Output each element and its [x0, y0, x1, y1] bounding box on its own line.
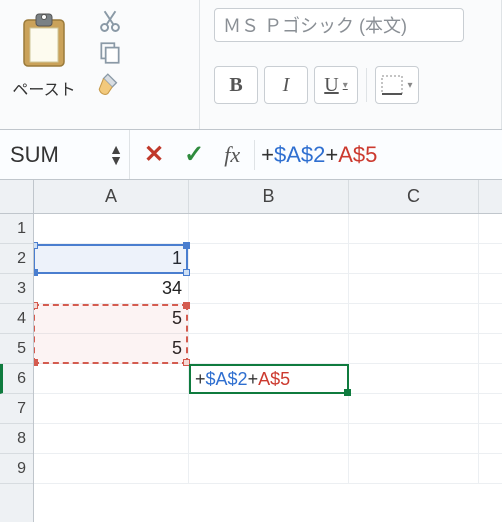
cut-button[interactable]	[96, 8, 124, 34]
fill-handle[interactable]	[344, 389, 351, 396]
col-headers: A B C	[34, 180, 502, 214]
font-name-value: ＭＳ Ｐゴシック (本文)	[223, 12, 407, 38]
copy-button[interactable]	[96, 40, 124, 66]
borders-button[interactable]: ▾	[375, 66, 419, 104]
cell-b1[interactable]	[189, 214, 349, 243]
col-header-a[interactable]: A	[34, 180, 189, 213]
cell-a9[interactable]	[34, 454, 189, 483]
cell-c5[interactable]	[349, 334, 479, 363]
cell-c4[interactable]	[349, 304, 479, 333]
chevron-down-icon: ▾	[343, 80, 348, 91]
paintbrush-icon	[97, 72, 123, 100]
cell-a3[interactable]: 34	[34, 274, 189, 303]
row-header-7[interactable]: 7	[0, 394, 33, 424]
name-box-stepper[interactable]: ▲ ▼	[109, 144, 123, 166]
row-headers: 1 2 3 4 5 6 7 8 9	[0, 180, 34, 522]
font-name-select[interactable]: ＭＳ Ｐゴシック (本文)	[214, 8, 464, 42]
cell-c9[interactable]	[349, 454, 479, 483]
row-header-9[interactable]: 9	[0, 454, 33, 484]
cell-c6[interactable]	[349, 364, 479, 393]
cell-a6[interactable]	[34, 364, 189, 393]
cell-a8[interactable]	[34, 424, 189, 453]
scissors-icon	[97, 8, 123, 34]
italic-button[interactable]: I	[264, 66, 308, 104]
select-all-corner[interactable]	[0, 180, 33, 214]
cell-b8[interactable]	[189, 424, 349, 453]
divider	[366, 68, 367, 102]
copy-icon	[97, 40, 123, 66]
cell-b9[interactable]	[189, 454, 349, 483]
cells-area: 1 34 5 5 +$A$2+A$	[34, 214, 502, 484]
cell-c8[interactable]	[349, 424, 479, 453]
formula-bar: ▲ ▼ ✕ ✓ fx +$A$2+A$5	[0, 130, 502, 180]
col-header-b[interactable]: B	[189, 180, 349, 213]
cell-editor[interactable]: +$A$2+A$5	[189, 364, 349, 394]
row-header-6[interactable]: 6	[0, 364, 33, 394]
cell-a1[interactable]	[34, 214, 189, 243]
cell-b7[interactable]	[189, 394, 349, 423]
cell-b4[interactable]	[189, 304, 349, 333]
stepper-down-icon[interactable]: ▼	[109, 155, 123, 166]
clipboard-icon	[18, 12, 70, 70]
clipboard-group: ペースト	[0, 0, 200, 129]
cell-a4[interactable]: 5	[34, 304, 189, 333]
paste-button[interactable]: ペースト	[10, 6, 78, 100]
cell-c2[interactable]	[349, 244, 479, 273]
cell-a5[interactable]: 5	[34, 334, 189, 363]
ribbon: ペースト	[0, 0, 502, 130]
cell-c7[interactable]	[349, 394, 479, 423]
insert-function-button[interactable]: fx	[224, 142, 240, 168]
formula-input[interactable]: +$A$2+A$5	[255, 142, 377, 168]
row-header-1[interactable]: 1	[0, 214, 33, 244]
cell-a7[interactable]	[34, 394, 189, 423]
cell-b2[interactable]	[189, 244, 349, 273]
cell-c1[interactable]	[349, 214, 479, 243]
cell-b5[interactable]	[189, 334, 349, 363]
bold-button[interactable]: B	[214, 66, 258, 104]
underline-button[interactable]: U▾	[314, 66, 358, 104]
col-header-c[interactable]: C	[349, 180, 479, 213]
cell-c3[interactable]	[349, 274, 479, 303]
row-header-5[interactable]: 5	[0, 334, 33, 364]
row-header-3[interactable]: 3	[0, 274, 33, 304]
spreadsheet-grid: 1 2 3 4 5 6 7 8 9 A B C 1 34 5 5	[0, 180, 502, 522]
cancel-button[interactable]: ✕	[144, 140, 164, 169]
paste-label: ペースト	[10, 76, 78, 100]
row-header-2[interactable]: 2	[0, 244, 33, 274]
enter-button[interactable]: ✓	[184, 140, 204, 169]
font-group: ＭＳ Ｐゴシック (本文) B I U▾ ▾	[200, 0, 502, 129]
border-icon	[381, 75, 403, 95]
row-header-8[interactable]: 8	[0, 424, 33, 454]
chevron-down-icon: ▾	[407, 80, 412, 91]
cell-a2[interactable]: 1	[34, 244, 189, 273]
cell-b3[interactable]	[189, 274, 349, 303]
row-header-4[interactable]: 4	[0, 304, 33, 334]
format-painter-button[interactable]	[96, 72, 124, 100]
name-box[interactable]	[10, 142, 90, 168]
